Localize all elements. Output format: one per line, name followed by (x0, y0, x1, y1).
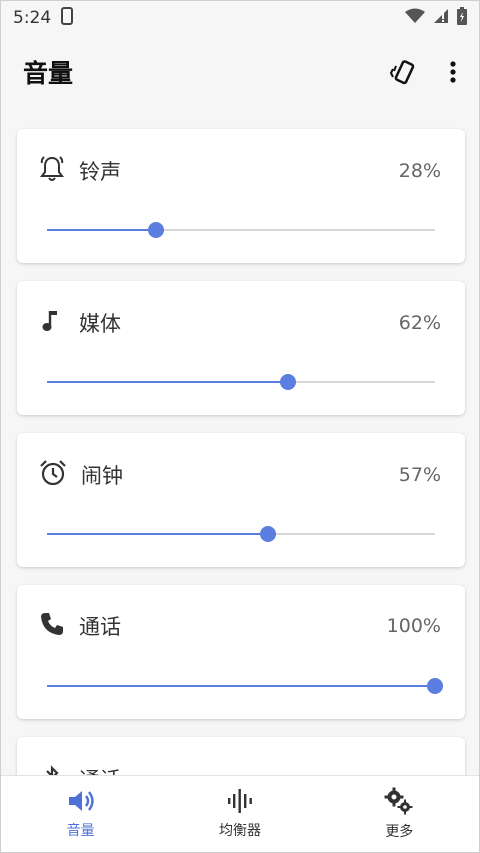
wifi-icon (405, 8, 425, 29)
nav-label: 均衡器 (218, 823, 261, 839)
volume-slider[interactable] (47, 374, 435, 390)
bottom-navigation: 音量 均衡器 更多 (1, 775, 479, 852)
volume-label: 媒体 (79, 312, 121, 336)
page-title: 音量 (23, 59, 74, 88)
nav-equalizer[interactable]: 均衡器 (160, 776, 319, 852)
volume-label: 铃声 (79, 160, 121, 184)
bell-icon (39, 155, 65, 187)
volume-icon (68, 791, 94, 811)
volume-list: 铃声 28% 媒体 62% 闹钟 57% 通话 100% (1, 109, 479, 777)
more-options-button[interactable] (449, 60, 457, 84)
nav-volume[interactable]: 音量 (1, 776, 160, 852)
equalizer-icon (227, 789, 252, 813)
volume-label: 闹钟 (81, 464, 123, 488)
volume-percent: 28% (398, 160, 441, 182)
phone-status-icon (61, 6, 74, 30)
status-bar: 5:24 (1, 1, 479, 35)
volume-card-bluetooth-call: 通话 (17, 737, 465, 777)
slider-fill (47, 381, 288, 383)
slider-thumb[interactable] (147, 222, 164, 238)
volume-card-alarm: 闹钟 57% (17, 433, 465, 567)
alarm-clock-icon (39, 459, 67, 491)
vibrate-phone-icon (389, 60, 415, 85)
battery-icon (457, 6, 467, 30)
music-note-icon (39, 307, 65, 339)
gears-icon (384, 787, 413, 815)
slider-thumb[interactable] (279, 374, 296, 390)
status-icons (405, 6, 467, 30)
slider-fill (47, 533, 269, 535)
slider-fill (47, 685, 435, 687)
volume-slider[interactable] (47, 678, 443, 694)
volume-percent: 62% (398, 312, 441, 334)
slider-thumb[interactable] (260, 526, 277, 542)
header-actions (389, 57, 457, 87)
phone-icon (39, 611, 65, 641)
more-vert-icon (450, 61, 456, 83)
signal-icon (433, 8, 449, 29)
volume-slider[interactable] (47, 526, 435, 542)
status-time: 5:24 (13, 8, 52, 28)
ring-mode-button[interactable] (389, 57, 419, 87)
slider-thumb[interactable] (427, 678, 443, 694)
app-header: 音量 (1, 35, 479, 109)
app-frame: 5:24 音量 铃声 28% 媒体 62% 闹钟 57% 通话 100% 音量 … (0, 0, 480, 853)
volume-card-call: 通话 100% (17, 585, 465, 719)
volume-percent: 57% (398, 464, 441, 486)
nav-label: 音量 (66, 823, 95, 839)
volume-slider[interactable] (47, 222, 435, 238)
volume-card-media: 媒体 62% (17, 281, 465, 415)
volume-percent: 100% (386, 615, 441, 637)
slider-fill (47, 229, 156, 231)
volume-label: 通话 (79, 615, 121, 639)
volume-card-ring: 铃声 28% (17, 129, 465, 263)
nav-label: 更多 (385, 824, 414, 840)
nav-more[interactable]: 更多 (320, 776, 479, 852)
